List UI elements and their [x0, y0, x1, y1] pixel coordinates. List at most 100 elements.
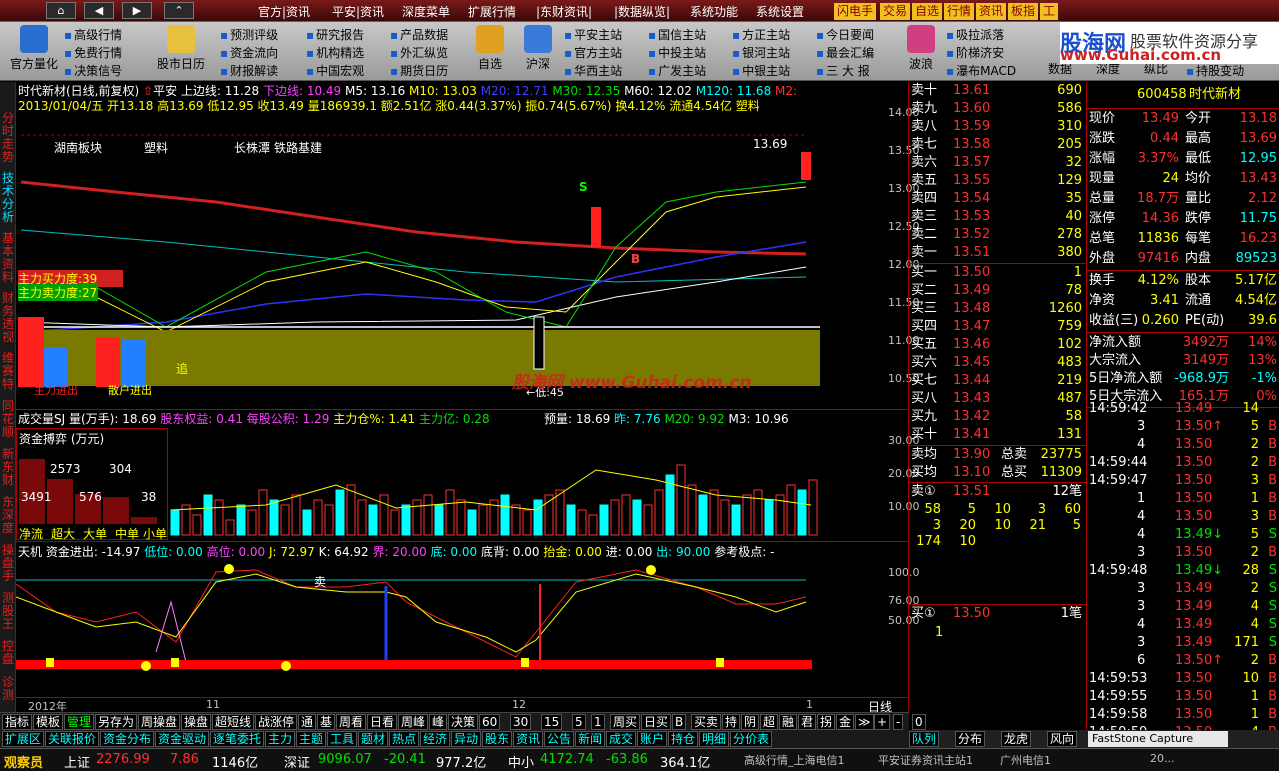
ext-tab[interactable]: 公告 [544, 731, 575, 747]
indicator-tab[interactable]: 模板 [33, 714, 64, 730]
tab-control[interactable]: 控盘 [0, 640, 16, 670]
tab-intraday[interactable]: 分时走势 [0, 112, 16, 164]
menu-official-news[interactable]: 官方|资讯 [258, 3, 310, 20]
ext-tab[interactable]: 账户 [637, 731, 668, 747]
ext-tab[interactable]: 逐笔委托 [210, 731, 265, 747]
home-icon[interactable]: ⌂ [46, 2, 76, 19]
tab-finance[interactable]: 财务透视 [0, 292, 16, 344]
right-tab[interactable]: 队列 [909, 731, 940, 747]
link-zhongyin[interactable]: 中银主站 [732, 62, 790, 79]
indicator-tab[interactable]: 决策 [448, 714, 479, 730]
indicator-panel[interactable]: 天机 资金进出: -14.97 低位: 0.00 高位: 0.00 J: 72.… [16, 542, 920, 697]
ext-tab[interactable]: 热点 [389, 731, 420, 747]
tab-technical[interactable]: 技术分析 [0, 172, 16, 224]
link-jieti[interactable]: 阶梯济安 [946, 44, 1004, 61]
watch-button[interactable]: 自选 [466, 22, 514, 72]
link-macro[interactable]: 中国宏观 [306, 62, 364, 79]
indicator-tab[interactable]: 融 [779, 714, 798, 730]
menu-dongcai[interactable]: |东财资讯| [536, 3, 592, 20]
indicator-tab[interactable]: 战涨停 [255, 714, 298, 730]
link-holdings[interactable]: 持股变动 [1186, 62, 1244, 79]
ext-tab[interactable]: 资金驱动 [155, 731, 210, 747]
ext-tab[interactable]: 主题 [296, 731, 327, 747]
link-official-main[interactable]: 官方主站 [564, 44, 622, 61]
kline-panel[interactable]: 时代新材(日线,前复权) ⇧平安 上边线: 11.28 下边线: 10.49 M… [16, 82, 920, 412]
watcher-label[interactable]: 观察员 [4, 752, 43, 771]
quant-button[interactable]: 官方量化 [6, 22, 62, 72]
link-free-quote[interactable]: 免费行情 [64, 44, 122, 61]
link-pa-main[interactable]: 平安主站 [564, 26, 622, 43]
link-futures[interactable]: 期货日历 [390, 62, 448, 79]
indicator-tab[interactable]: 通 [298, 714, 317, 730]
tab-east-depth[interactable]: 东深度 [0, 496, 16, 538]
indicator-tab[interactable]: 基 [317, 714, 336, 730]
ext-tab[interactable]: 新闻 [575, 731, 606, 747]
indicator-tab[interactable]: - [893, 714, 904, 730]
index-button[interactable]: 板指 [1008, 3, 1039, 20]
ext-tab[interactable]: 持仓 [668, 731, 699, 747]
indicator-tab[interactable]: 1 [591, 714, 605, 730]
tab-diagnose[interactable]: 诊测 [0, 676, 16, 706]
menu-pingan-news[interactable]: 平安|资讯 [332, 3, 384, 20]
ext-tab[interactable]: 扩展区 [2, 731, 45, 747]
indicator-tab[interactable]: 管理 [64, 714, 95, 730]
link-huaxi[interactable]: 华西主站 [564, 62, 622, 79]
indicator-tab[interactable]: B [672, 714, 687, 730]
right-tab[interactable]: 风向 [1047, 731, 1078, 747]
indicator-tab[interactable]: 日买 [641, 714, 672, 730]
capture-window[interactable]: FastStone Capture [1088, 731, 1228, 747]
link-today-news[interactable]: 今日要闻 [816, 26, 874, 43]
link-fangzheng[interactable]: 方正主站 [732, 26, 790, 43]
indicator-tab[interactable]: 周买 [610, 714, 641, 730]
indicator-tab[interactable]: 君 [798, 714, 817, 730]
indicator-tab[interactable]: 拐 [817, 714, 836, 730]
ext-tab[interactable]: 分价表 [730, 731, 773, 747]
ext-tab[interactable]: 经济 [420, 731, 451, 747]
ext-tab[interactable]: 工具 [327, 731, 358, 747]
indicator-tab[interactable]: 另存为 [95, 714, 138, 730]
indicator-tab[interactable]: 超 [760, 714, 779, 730]
up-icon[interactable]: ⌃ [164, 2, 194, 19]
link-three-papers[interactable]: 三 大 报 [816, 62, 870, 79]
indicator-tab[interactable]: 金 [836, 714, 855, 730]
right-tab[interactable]: 龙虎 [1001, 731, 1032, 747]
tools-button[interactable]: 工 [1040, 3, 1059, 20]
indicator-tab[interactable]: 买卖 [691, 714, 722, 730]
ext-tab[interactable]: 题材 [358, 731, 389, 747]
indicator-tab[interactable]: 指标 [2, 714, 33, 730]
watchlist-button[interactable]: 自选 [912, 3, 943, 20]
indicator-tab[interactable]: 持 [722, 714, 741, 730]
indicator-tab[interactable]: 日看 [367, 714, 398, 730]
link-forecast[interactable]: 预测评级 [220, 26, 278, 43]
link-zhongtou[interactable]: 中投主站 [648, 44, 706, 61]
right-tab[interactable]: 分布 [955, 731, 986, 747]
link-macd[interactable]: 瀑布MACD [946, 62, 1016, 79]
quote-button[interactable]: 行情 [944, 3, 975, 20]
menu-system-func[interactable]: 系统功能 [690, 3, 738, 20]
indicator-tab[interactable]: 15 [541, 714, 563, 730]
tab-stock-king[interactable]: 测股王 [0, 592, 16, 634]
news-button[interactable]: 资讯 [976, 3, 1007, 20]
menu-depth[interactable]: 深度菜单 [402, 3, 450, 20]
menu-data[interactable]: |数据纵览| [614, 3, 670, 20]
indicator-tab[interactable]: + [874, 714, 891, 730]
ext-tab[interactable]: 异动 [451, 731, 482, 747]
indicator-tab[interactable]: 阴 [741, 714, 760, 730]
back-icon[interactable]: ◀ [84, 2, 114, 19]
indicator-tab[interactable]: 操盘 [181, 714, 212, 730]
ext-tab[interactable]: 主力 [265, 731, 296, 747]
flash-trade-button[interactable]: 闪电手 [834, 3, 877, 20]
link-forex[interactable]: 外汇纵览 [390, 44, 448, 61]
indicator-tab[interactable]: 30 [510, 714, 532, 730]
indicator-tab[interactable]: ≫ [855, 714, 874, 730]
menu-ext-quote[interactable]: 扩展行情 [468, 3, 516, 20]
indicator-tab[interactable]: 周峰 [398, 714, 429, 730]
wave-button[interactable]: 波浪 [898, 22, 944, 72]
trade-button[interactable]: 交易 [880, 3, 911, 20]
calendar-button[interactable]: 股市日历 [150, 22, 212, 72]
volume-panel[interactable]: 成交量SJ 量(万手): 18.69 股东权益: 0.41 每股公积: 1.29… [16, 410, 920, 542]
ext-tab[interactable]: 关联报价 [45, 731, 100, 747]
ext-tab[interactable]: 明细 [699, 731, 730, 747]
menu-system-settings[interactable]: 系统设置 [756, 3, 804, 20]
link-guoxin[interactable]: 国信主站 [648, 26, 706, 43]
